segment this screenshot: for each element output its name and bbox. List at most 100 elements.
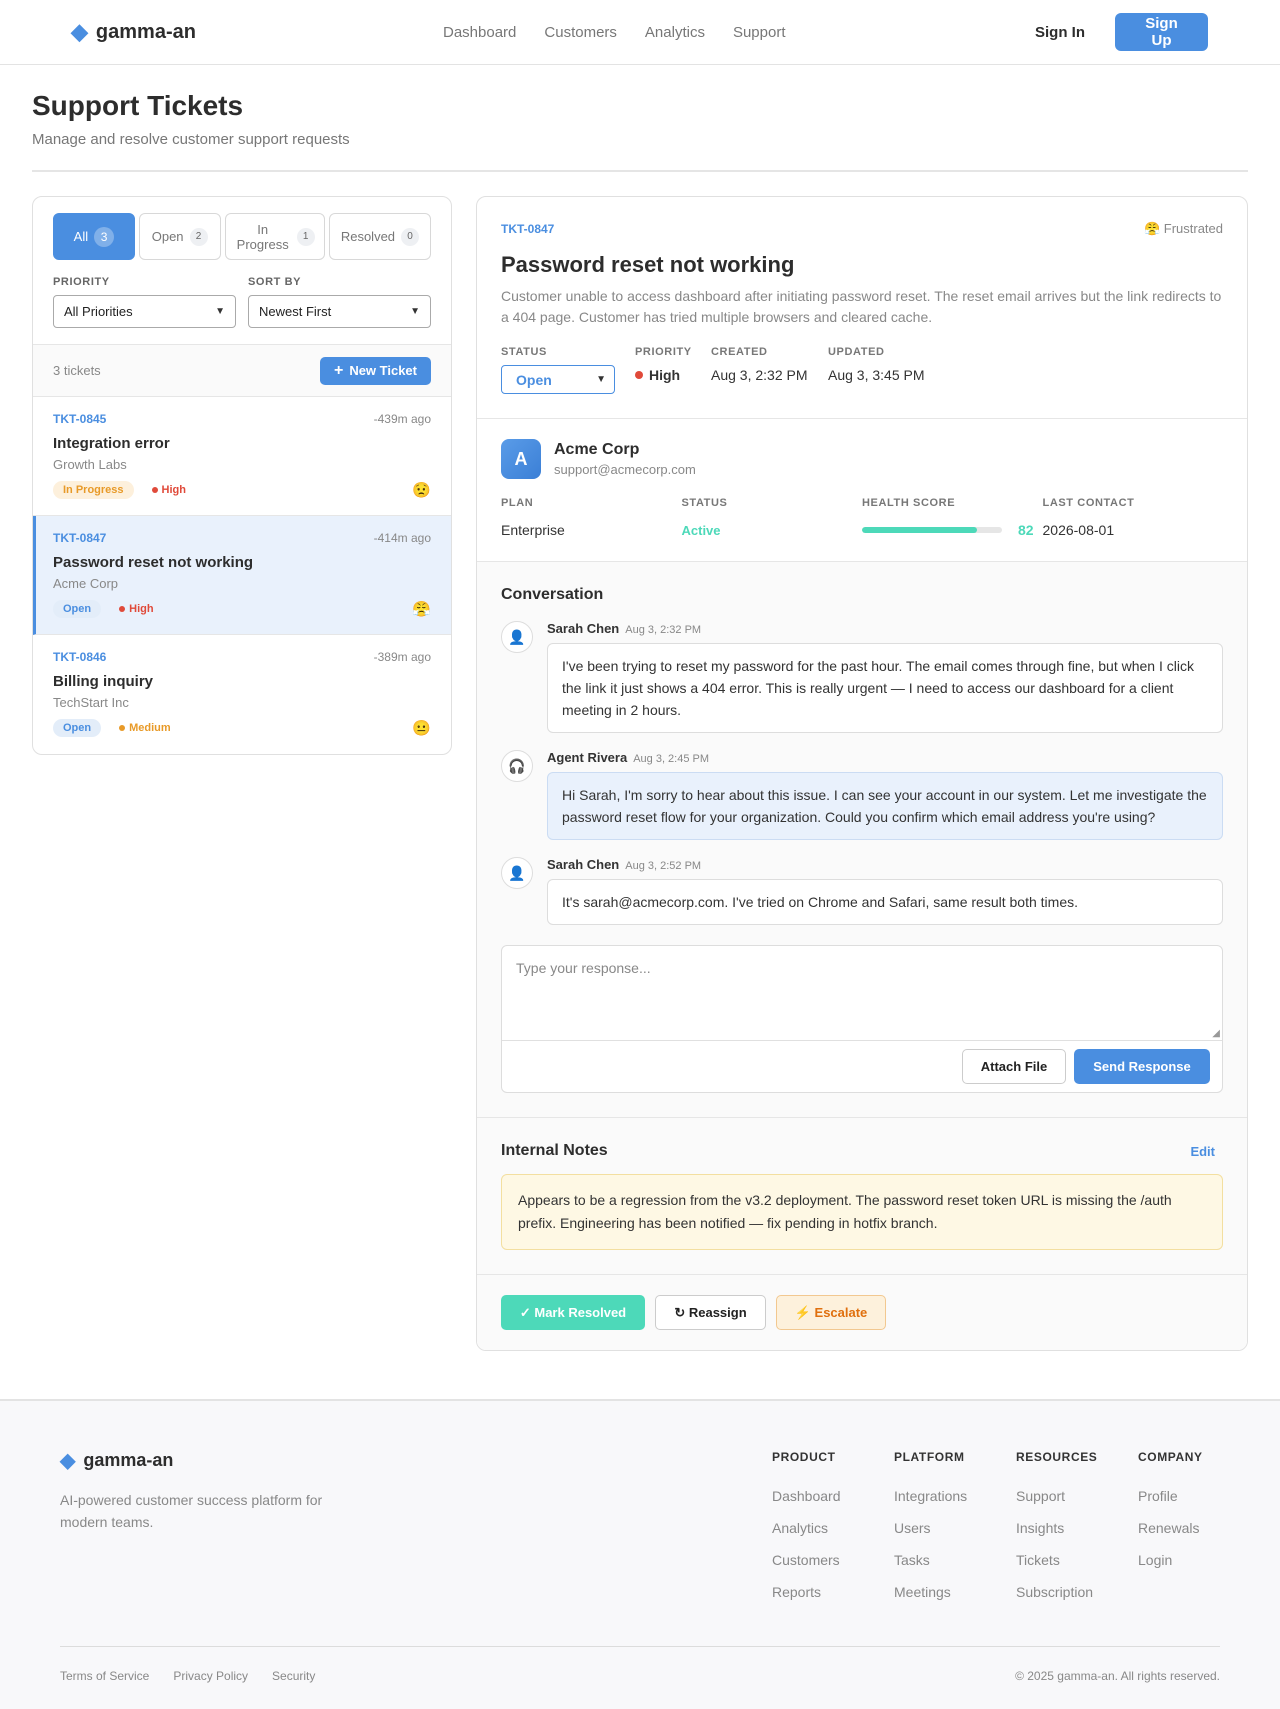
headset-icon: 🎧 — [501, 750, 533, 782]
footer-link[interactable]: Login — [1138, 1552, 1220, 1568]
reassign-button[interactable]: ↻ Reassign — [655, 1295, 766, 1330]
last-contact-value: 2026-08-01 — [1042, 522, 1115, 538]
message-author: Sarah Chen — [547, 857, 620, 872]
message-time: Aug 3, 2:32 PM — [625, 624, 702, 636]
footer-link[interactable]: Profile — [1138, 1488, 1220, 1504]
footer-link[interactable]: Analytics — [772, 1520, 894, 1536]
brand-logo[interactable]: ◆ gamma-an — [71, 0, 196, 64]
security-link[interactable]: Security — [272, 1669, 315, 1683]
attach-file-button[interactable]: Attach File — [962, 1049, 1066, 1084]
priority-dot-icon — [119, 606, 126, 612]
sentiment-label: 😤 Frustrated — [1143, 221, 1223, 236]
tab-resolved[interactable]: Resolved 0 — [328, 213, 432, 260]
footer-link[interactable]: Subscription — [1016, 1584, 1138, 1600]
footer-link[interactable]: Customers — [772, 1552, 894, 1568]
status-badge: In Progress — [53, 481, 134, 499]
message: 👤 Sarah Chen Aug 3, 2:52 PM It's sarah@ac… — [501, 857, 1223, 925]
escalate-button[interactable]: ⚡ Escalate — [776, 1295, 886, 1330]
footer-link[interactable]: Users — [894, 1520, 1016, 1536]
tab-count: 3 — [94, 226, 115, 247]
sentiment-frustrated-icon: 😤 — [412, 601, 431, 618]
chevron-down-icon: ▼ — [215, 306, 225, 317]
edit-notes-link[interactable]: Edit — [1190, 1144, 1215, 1159]
legal-links: Terms of Service Privacy Policy Security — [60, 1669, 315, 1683]
ticket-id: TKT-0847 — [53, 531, 107, 545]
footer-link[interactable]: Tickets — [1016, 1552, 1138, 1568]
message: 🎧 Agent Rivera Aug 3, 2:45 PM Hi Sarah, I… — [501, 750, 1223, 840]
privacy-link[interactable]: Privacy Policy — [173, 1669, 248, 1683]
footer-link[interactable]: Renewals — [1138, 1520, 1220, 1536]
footer-link[interactable]: Support — [1016, 1488, 1138, 1504]
send-response-button[interactable]: Send Response — [1074, 1049, 1210, 1084]
footer-link[interactable]: Meetings — [894, 1584, 1016, 1600]
ticket-item[interactable]: TKT-0845 -439m ago Integration error Gro… — [33, 397, 451, 516]
footer-column-platform: PLATFORM Integrations Users Tasks Meetin… — [894, 1448, 1016, 1600]
ticket-age: -389m ago — [373, 650, 431, 664]
created-label: CREATED — [711, 346, 768, 358]
ticket-company: TechStart Inc — [53, 695, 129, 710]
plan-label: PLAN — [501, 497, 534, 509]
ticket-title: Integration error — [53, 435, 170, 452]
ticket-item[interactable]: TKT-0847 -414m ago Password reset not wo… — [33, 516, 451, 635]
tab-open[interactable]: Open 2 — [138, 213, 221, 260]
resize-grip-icon[interactable]: ◢ — [1212, 1028, 1220, 1039]
ticket-company: Growth Labs — [53, 457, 127, 472]
ticket-item[interactable]: TKT-0846 -389m ago Billing inquiry TechS… — [33, 635, 451, 754]
footer-columns: PRODUCT Dashboard Analytics Customers Re… — [772, 1448, 1220, 1600]
health-score-bar — [862, 527, 1002, 533]
nav-link-support[interactable]: Support — [733, 24, 786, 41]
priority-text: High — [129, 603, 154, 615]
account-status-label: STATUS — [681, 497, 728, 509]
priority-badge: Medium — [119, 722, 171, 734]
footer-link[interactable]: Insights — [1016, 1520, 1138, 1536]
page-title: Support Tickets — [32, 90, 244, 121]
status-badge: Open — [53, 600, 102, 618]
page-header: Support Tickets Manage and resolve custo… — [0, 65, 1280, 172]
priority-select[interactable]: All Priorities ▼ — [53, 295, 236, 328]
footer-brand-name: gamma-an — [83, 1450, 174, 1470]
conversation-title: Conversation — [501, 586, 604, 603]
message-bubble: It's sarah@acmecorp.com. I've tried on C… — [547, 879, 1223, 925]
customer-avatar: A — [501, 439, 541, 479]
last-contact-label: LAST CONTACT — [1042, 497, 1135, 509]
nav-link-dashboard[interactable]: Dashboard — [443, 24, 516, 41]
status-select[interactable]: Open ▼ — [501, 365, 615, 394]
new-ticket-button[interactable]: + New Ticket — [319, 356, 431, 385]
page-subtitle: Manage and resolve customer support requ… — [32, 131, 350, 148]
copyright: © 2025 gamma-an. All rights reserved. — [1015, 1669, 1220, 1683]
footer-column-title: PRODUCT — [772, 1450, 836, 1464]
status-tabs: All 3 Open 2 In Progress 1 Resolved 0 — [53, 213, 432, 260]
new-ticket-label: New Ticket — [349, 363, 417, 378]
nav-link-analytics[interactable]: Analytics — [645, 24, 705, 41]
nav-link-customers[interactable]: Customers — [544, 24, 617, 41]
tab-all[interactable]: All 3 — [53, 213, 135, 260]
ticket-meta: STATUS Open ▼ PRIORITY High CREATED Aug … — [501, 346, 1223, 394]
priority-text: High — [161, 484, 186, 496]
customer-name[interactable]: Acme Corp — [554, 441, 696, 459]
priority-badge: High — [151, 484, 186, 496]
footer-link[interactable]: Tasks — [894, 1552, 1016, 1568]
ticket-actions: ✓ Mark Resolved ↻ Reassign ⚡ Escalate — [477, 1275, 1247, 1350]
sign-up-button[interactable]: Sign Up — [1115, 13, 1208, 51]
footer-link[interactable]: Reports — [772, 1584, 894, 1600]
message: 👤 Sarah Chen Aug 3, 2:32 PM I've been try… — [501, 621, 1223, 733]
sign-in-button[interactable]: Sign In — [1025, 14, 1095, 51]
response-placeholder: Type your response... — [516, 960, 651, 976]
sort-filter-label: SORT BY — [248, 276, 302, 288]
footer-link[interactable]: Integrations — [894, 1488, 1016, 1504]
terms-link[interactable]: Terms of Service — [60, 1669, 149, 1683]
footer-link[interactable]: Dashboard — [772, 1488, 894, 1504]
footer-column-product: PRODUCT Dashboard Analytics Customers Re… — [772, 1448, 894, 1600]
mark-resolved-button[interactable]: ✓ Mark Resolved — [501, 1295, 645, 1330]
internal-notes-section: Internal Notes Edit Appears to be a regr… — [477, 1118, 1247, 1275]
sort-select-value: Newest First — [259, 304, 332, 319]
priority-dot-icon — [119, 725, 126, 731]
response-textarea[interactable]: Type your response... ◢ — [502, 946, 1222, 1041]
auth-actions: Sign In Sign Up — [1025, 13, 1208, 51]
sort-select[interactable]: Newest First ▼ — [248, 295, 431, 328]
brand-name: gamma-an — [95, 20, 196, 43]
chevron-down-icon: ▼ — [596, 374, 606, 385]
tab-in-progress[interactable]: In Progress 1 — [224, 213, 325, 260]
priority-badge: High — [119, 603, 154, 615]
updated-label: UPDATED — [828, 346, 885, 358]
